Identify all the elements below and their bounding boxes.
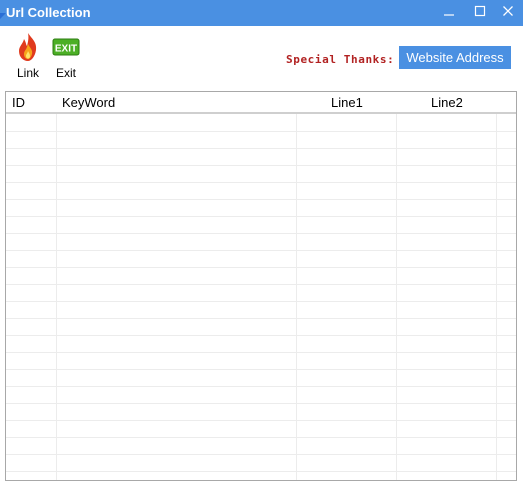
close-button[interactable] — [497, 3, 519, 23]
grid-row-line — [6, 369, 516, 370]
grid-row-line — [6, 182, 516, 183]
exit-icon: EXIT — [52, 32, 80, 62]
table-header: ID KeyWord Line1 Line2 — [6, 92, 516, 114]
maximize-button[interactable] — [469, 3, 491, 23]
table-body — [6, 114, 516, 480]
grid-row-line — [6, 403, 516, 404]
column-header-id[interactable]: ID — [12, 95, 25, 110]
grid-row-line — [6, 335, 516, 336]
special-thanks-label: Special Thanks: — [286, 53, 395, 66]
exit-button[interactable]: EXIT Exit — [50, 32, 82, 80]
grid-row-line — [6, 233, 516, 234]
grid-row-line — [6, 267, 516, 268]
url-table[interactable]: ID KeyWord Line1 Line2 — [5, 91, 517, 481]
column-header-keyword[interactable]: KeyWord — [62, 95, 115, 110]
grid-row-line — [6, 454, 516, 455]
link-label: Link — [16, 66, 39, 80]
grid-row-line — [6, 386, 516, 387]
grid-row-line — [6, 148, 516, 149]
window-title: Url Collection — [6, 5, 91, 20]
grid-row-line — [6, 216, 516, 217]
title-bar: Url Collection — [0, 0, 523, 26]
website-address-button[interactable]: Website Address — [399, 46, 511, 69]
minimize-button[interactable] — [438, 3, 460, 23]
grid-column-line — [396, 114, 397, 480]
column-header-line2[interactable]: Line2 — [431, 95, 463, 110]
close-icon — [502, 4, 514, 22]
exit-label: Exit — [55, 66, 76, 80]
link-button[interactable]: Link — [12, 32, 44, 80]
minimize-icon — [443, 4, 455, 22]
grid-row-line — [6, 199, 516, 200]
grid-row-line — [6, 165, 516, 166]
grid-row-line — [6, 250, 516, 251]
grid-row-line — [6, 318, 516, 319]
grid-row-line — [6, 131, 516, 132]
grid-row-line — [6, 471, 516, 472]
maximize-icon — [474, 4, 486, 22]
column-header-line1[interactable]: Line1 — [331, 95, 363, 110]
grid-column-line — [496, 114, 497, 480]
fire-icon — [14, 32, 42, 62]
grid-row-line — [6, 284, 516, 285]
grid-column-line — [296, 114, 297, 480]
grid-row-line — [6, 437, 516, 438]
grid-row-line — [6, 352, 516, 353]
grid-column-line — [56, 114, 57, 480]
exit-badge-text: EXIT — [55, 44, 77, 55]
grid-row-line — [6, 420, 516, 421]
grid-row-line — [6, 301, 516, 302]
